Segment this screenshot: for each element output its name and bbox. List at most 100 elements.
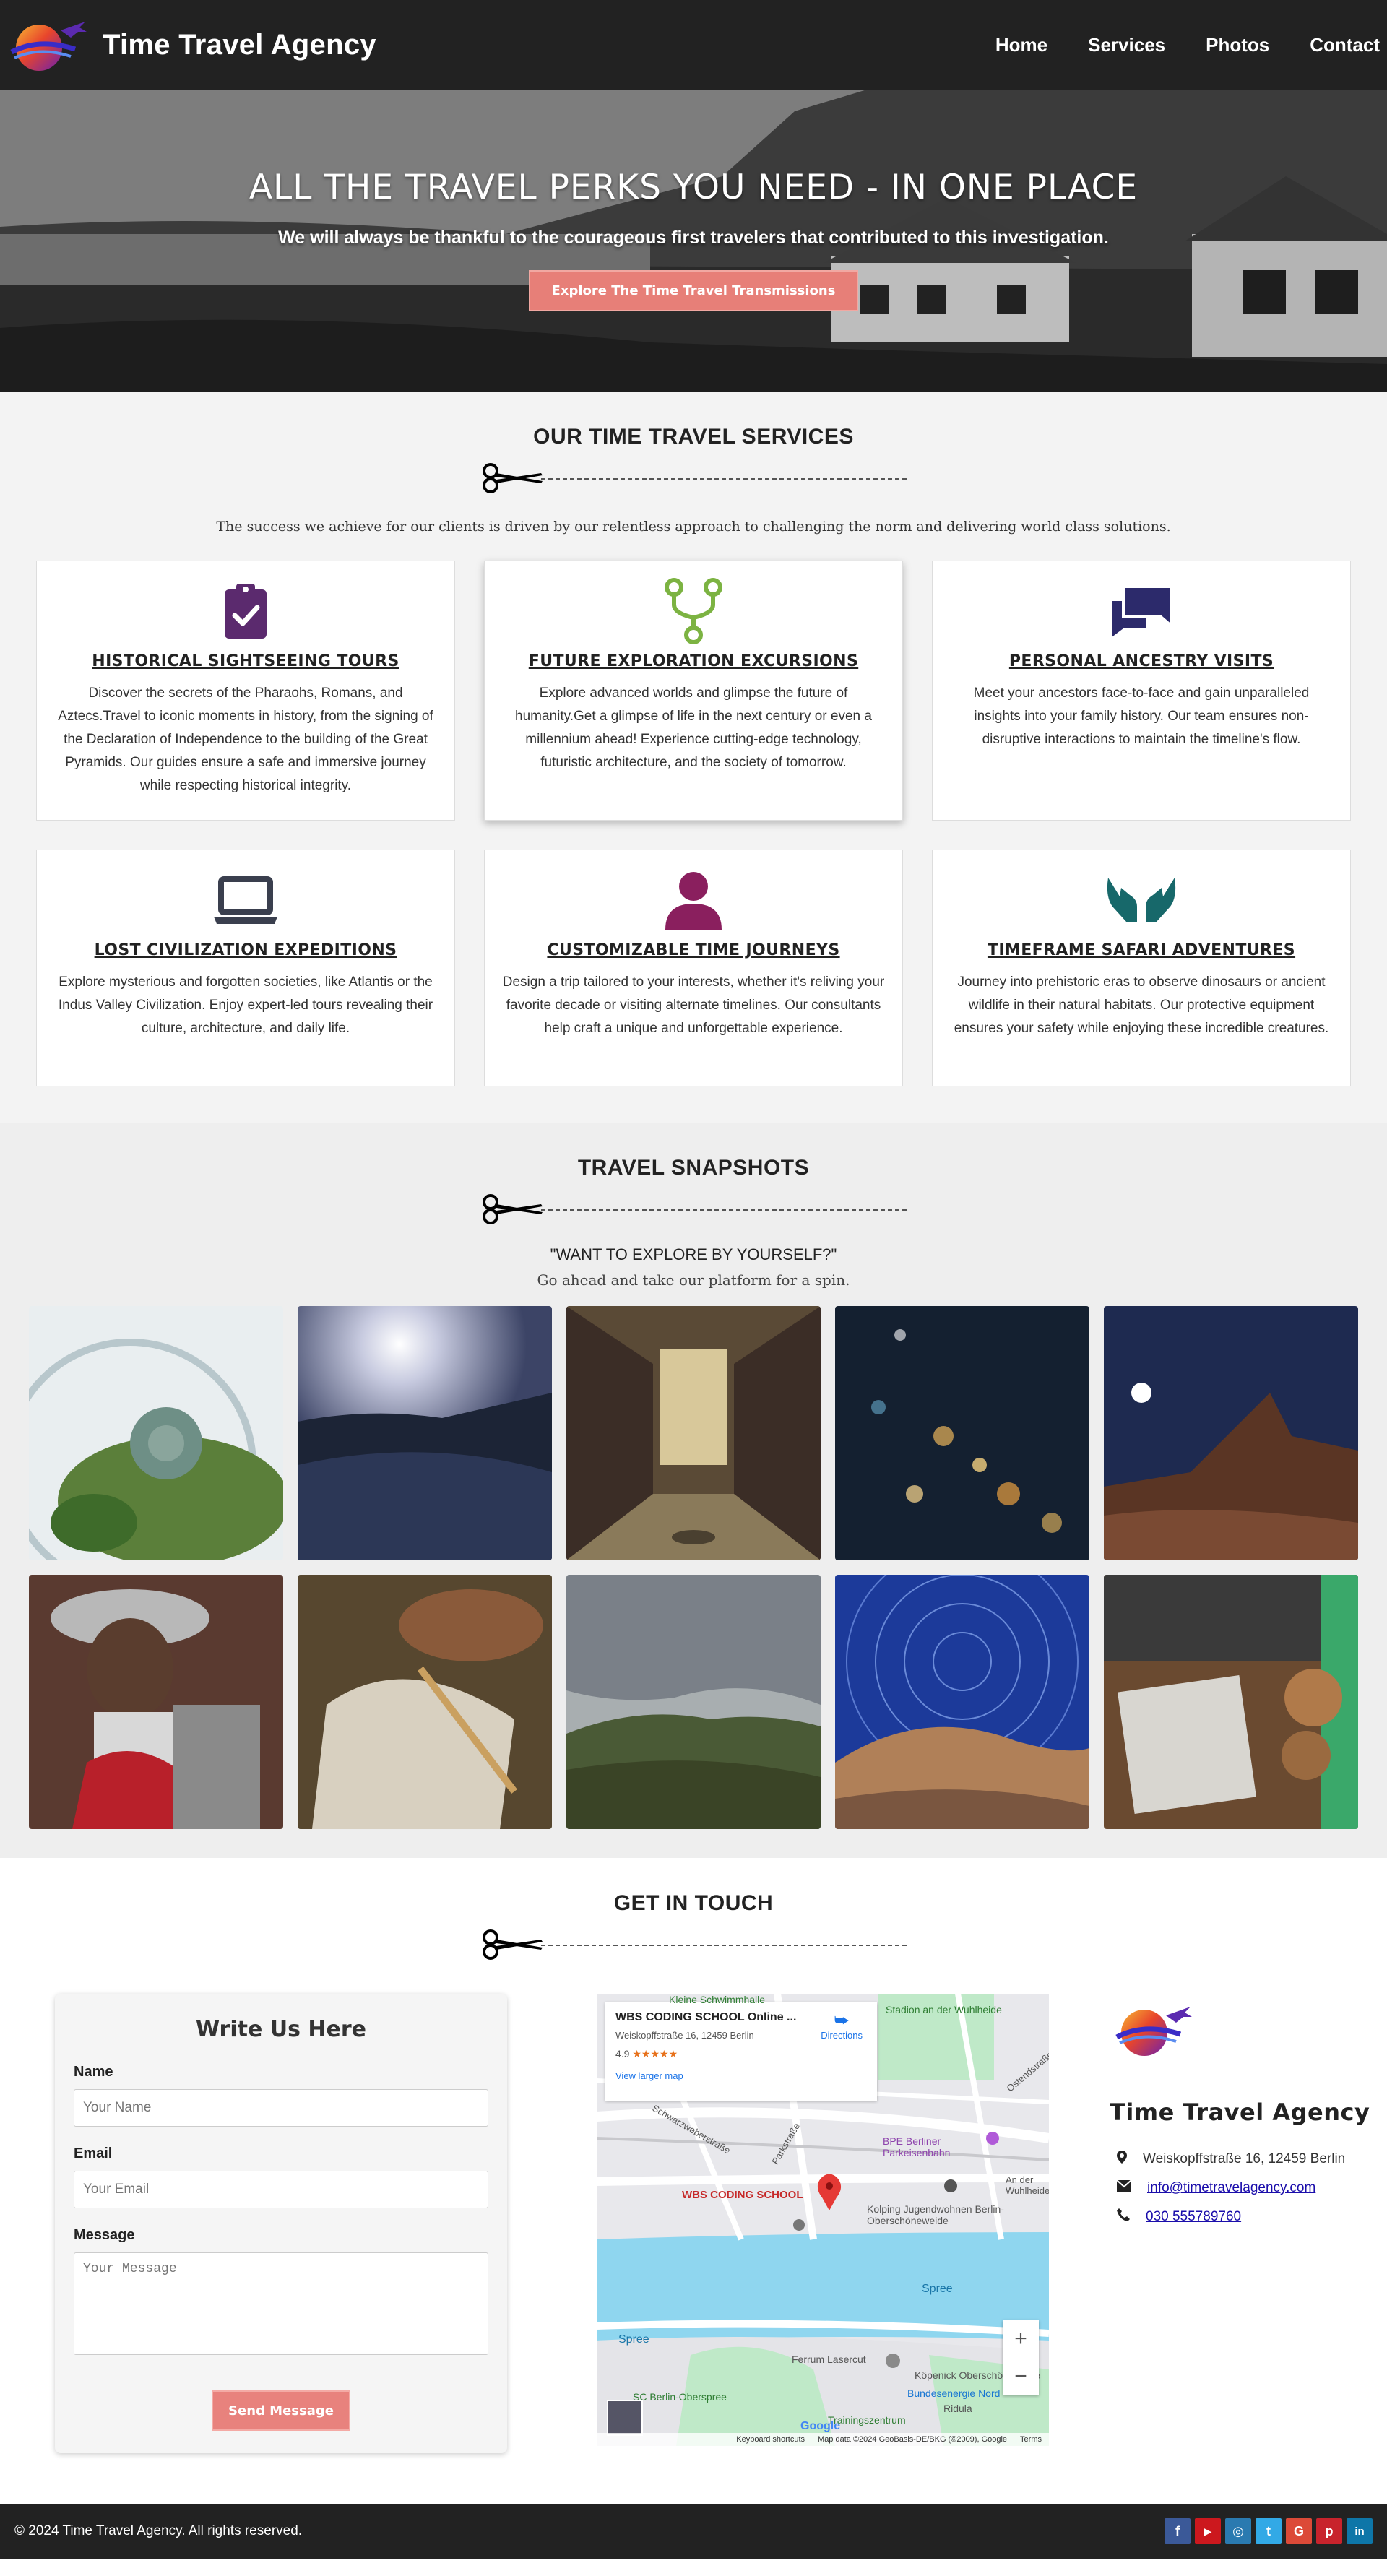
zoom-controls: + − (1003, 2320, 1039, 2395)
map-label: Kolping Jugendwohnen Berlin-Oberschönewe… (867, 2203, 1004, 2226)
hero-cta-button[interactable]: Explore The Time Travel Transmissions (528, 270, 859, 311)
terms-link[interactable]: Terms (1020, 2435, 1042, 2444)
keyboard-shortcuts-link[interactable]: Keyboard shortcuts (736, 2435, 805, 2444)
zoom-out-button[interactable]: − (1003, 2358, 1039, 2395)
map-label: Ridula (943, 2403, 972, 2414)
clipboard-check-icon (53, 582, 438, 641)
service-card-custom-journeys[interactable]: CUSTOMIZABLE TIME JOURNEYS Design a trip… (484, 850, 903, 1086)
card-title: PERSONAL ANCESTRY VISITS (1008, 652, 1274, 670)
message-textarea[interactable] (74, 2252, 488, 2355)
send-message-button[interactable]: Send Message (212, 2390, 350, 2431)
service-card-safari[interactable]: TIMEFRAME SAFARI ADVENTURES Journey into… (932, 850, 1351, 1086)
card-text: Design a trip tailored to your interests… (502, 974, 885, 1036)
linkedin-icon[interactable]: in (1347, 2518, 1373, 2544)
nav-contact[interactable]: Contact (1310, 34, 1380, 56)
service-card-future[interactable]: FUTURE EXPLORATION EXCURSIONS Explore ad… (484, 561, 903, 821)
place-rating: 4.9 (615, 2048, 630, 2059)
scissors-icon (483, 1929, 543, 1960)
map-layer-toggle[interactable] (607, 2400, 643, 2436)
email-input[interactable] (74, 2171, 488, 2208)
contact-section: GET IN TOUCH Write Us Here Name Email Me… (0, 1858, 1387, 2504)
facebook-icon[interactable]: f (1165, 2518, 1191, 2544)
snapshots-title: TRAVEL SNAPSHOTS (577, 1156, 810, 1180)
instagram-icon[interactable]: ◎ (1225, 2518, 1251, 2544)
contact-info: Time Travel Agency Weiskopffstraße 16, 1… (1110, 1994, 1370, 2453)
twitter-icon[interactable]: t (1256, 2518, 1282, 2544)
logo (4, 16, 88, 74)
email-label: Email (74, 2145, 113, 2161)
traveler-hat-photo[interactable] (298, 1575, 552, 1829)
service-card-historical[interactable]: HISTORICAL SIGHTSEEING TOURS Discover th… (36, 561, 455, 821)
info-address: Weiskopffstraße 16, 12459 Berlin (1110, 2151, 1370, 2168)
guitar-player-photo[interactable] (29, 1575, 283, 1829)
train-interior-photo[interactable] (566, 1306, 821, 1560)
star-trails-photo[interactable] (835, 1575, 1089, 1829)
scissors-divider (480, 1929, 907, 1961)
contact-form: Write Us Here Name Email Message Send Me… (55, 1994, 507, 2453)
envelope-icon (1116, 2179, 1132, 2196)
name-input[interactable] (74, 2089, 488, 2127)
footer: © 2024 Time Travel Agency. All rights re… (0, 2504, 1387, 2559)
hero-title: ALL THE TRAVEL PERKS YOU NEED - IN ONE P… (249, 168, 1138, 207)
info-phone-link[interactable]: 030 555789760 (1146, 2209, 1241, 2225)
info-phone: 030 555789760 (1110, 2208, 1370, 2226)
nav-home[interactable]: Home (995, 34, 1047, 56)
contact-title: GET IN TOUCH (613, 1891, 774, 1915)
services-row-2: LOST CIVILIZATION EXPEDITIONS Explore my… (36, 850, 1351, 1086)
form-title: Write Us Here (195, 2017, 367, 2042)
map-data-text: Map data ©2024 GeoBasis-DE/BKG (©2009), … (818, 2435, 1008, 2444)
map-label: Kleine Schwimmhalle (669, 1994, 766, 2005)
nav-photos[interactable]: Photos (1206, 34, 1269, 56)
view-larger-map-link[interactable]: View larger map (615, 2070, 867, 2081)
navbar: Time Travel Agency Home Services Photos … (0, 0, 1387, 90)
map-marker-icon (1117, 2151, 1127, 2168)
google-map[interactable]: WBS CODING SCHOOL Online ... Weiskopffst… (597, 1994, 1049, 2446)
snapshots-subtitle: Go ahead and take our platform for a spi… (537, 1271, 850, 1289)
ocean-sunset-photo[interactable] (298, 1306, 552, 1560)
nav-links: Home Services Photos Contact (995, 34, 1381, 56)
map-label: SC Berlin-Oberspree (633, 2391, 727, 2403)
youtube-icon[interactable]: ▶ (1195, 2518, 1221, 2544)
map-attribution: Keyboard shortcuts Map data ©2024 GeoBas… (597, 2433, 1049, 2446)
contact-row: Write Us Here Name Email Message Send Me… (0, 1994, 1387, 2453)
map-label: Spree (922, 2283, 953, 2295)
desert-night-photo[interactable] (1104, 1306, 1358, 1560)
city-lights-photo[interactable] (835, 1306, 1089, 1560)
nav-services[interactable]: Services (1088, 34, 1165, 56)
snapshots-section: TRAVEL SNAPSHOTS "WANT TO EXPLORE BY YOU… (0, 1123, 1387, 1858)
scissors-icon (483, 463, 543, 493)
photo-gallery (29, 1306, 1358, 1829)
terrarium-photo[interactable] (29, 1306, 283, 1560)
pinterest-icon[interactable]: p (1316, 2518, 1342, 2544)
google-plus-icon[interactable]: G (1286, 2518, 1312, 2544)
scissors-divider (480, 1193, 907, 1225)
code-branch-icon (501, 578, 886, 644)
star-rating-icons: ★★★★★ (632, 2048, 678, 2059)
services-section: OUR TIME TRAVEL SERVICES The success we … (0, 392, 1387, 1123)
card-text: Meet your ancestors face-to-face and gai… (973, 686, 1310, 747)
footer-copyright: © 2024 Time Travel Agency. All rights re… (14, 2523, 303, 2538)
user-icon (501, 870, 886, 930)
valley-landscape-photo[interactable] (566, 1575, 821, 1829)
service-card-ancestry[interactable]: PERSONAL ANCESTRY VISITS Meet your ances… (932, 561, 1351, 821)
brand-name: Time Travel Agency (103, 28, 376, 61)
desk-sign-photo[interactable] (1104, 1575, 1358, 1829)
card-title: HISTORICAL SIGHTSEEING TOURS (92, 652, 399, 670)
directions-link[interactable]: ⮩ Directions (821, 2011, 863, 2041)
zoom-in-button[interactable]: + (1003, 2320, 1039, 2358)
social-links: f ▶ ◎ t G p in (1165, 2518, 1373, 2544)
info-company-name: Time Travel Agency (1110, 2099, 1370, 2126)
card-text: Discover the secrets of the Pharaohs, Ro… (58, 686, 433, 793)
map-label: BPE Berliner Parkeisenbahn (883, 2135, 951, 2158)
brand[interactable]: Time Travel Agency (4, 16, 376, 74)
info-email-link[interactable]: info@timetravelagency.com (1147, 2180, 1315, 2196)
service-card-lost-civilization[interactable]: LOST CIVILIZATION EXPEDITIONS Explore my… (36, 850, 455, 1086)
card-text: Journey into prehistoric eras to observe… (954, 974, 1329, 1036)
card-text: Explore advanced worlds and glimpse the … (515, 686, 872, 770)
laptop-icon (53, 870, 438, 930)
map-label: Bundesenergie Nord (907, 2387, 1001, 2399)
phone-icon (1117, 2208, 1130, 2226)
hero-banner: ALL THE TRAVEL PERKS YOU NEED - IN ONE P… (0, 90, 1387, 392)
card-title: CUSTOMIZABLE TIME JOURNEYS (547, 941, 840, 959)
place-card: WBS CODING SCHOOL Online ... Weiskopffst… (605, 2002, 877, 2101)
